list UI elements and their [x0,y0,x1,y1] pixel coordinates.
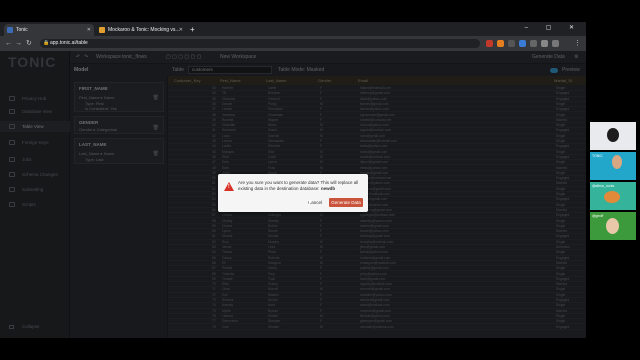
extension-icon[interactable] [486,40,493,47]
tab-tonic[interactable]: Tonic ✕ [4,24,94,36]
extension-icon[interactable] [497,40,504,47]
tab-mockaroo[interactable]: Mockaroo & Tonic: Mocking vs... ✕ [96,24,186,36]
mockaroo-favicon-icon [99,27,105,33]
participant-avatar [607,128,619,142]
screen: Tonic ✕ Mockaroo & Tonic: Mocking vs... … [0,0,640,360]
webcam-tile [590,122,636,150]
webcam-label: @albus_rocks [592,184,615,188]
webcam-column: TONIC @albus_rocks @geoff [586,22,640,338]
close-tab-icon[interactable]: ✕ [87,24,91,36]
warning-icon: ! [224,182,234,191]
forward-arrow-icon[interactable]: → [15,38,22,49]
tab-title: Tonic [16,27,28,33]
mouse-cursor [309,200,312,206]
lock-icon: 🔒 [43,40,50,46]
webcam-tile: TONIC [590,152,636,180]
webcam-label: TONIC [592,154,603,158]
dialog-message: Are you sure you want to generate data? … [238,180,362,192]
tab-strip: Tonic ✕ Mockaroo & Tonic: Mocking vs... … [0,22,586,36]
extension-icon[interactable] [519,40,526,47]
tonic-favicon-icon [7,27,13,33]
participant-avatar [606,218,619,234]
new-tab-button[interactable]: + [190,24,195,36]
profile-avatar-icon[interactable] [552,40,559,47]
kebab-menu-icon[interactable]: ⋮ [574,38,581,49]
generate-data-button[interactable]: Generate Data [329,198,363,207]
participant-avatar [604,191,620,203]
webcam-label: @geoff [592,214,604,218]
url-text: app.tonic.ai/table [50,40,88,46]
tab-title: Mockaroo & Tonic: Mocking vs... [108,27,180,33]
extension-icon[interactable] [530,40,537,47]
puzzle-icon[interactable] [541,40,548,47]
back-arrow-icon[interactable]: ← [5,38,12,49]
dialog-database-name: newdb [320,186,336,191]
reload-icon[interactable]: ↻ [26,38,32,49]
cancel-button[interactable]: Cancel [304,198,326,207]
address-bar[interactable]: 🔒 app.tonic.ai/table [40,39,480,48]
close-tab-icon[interactable]: ✕ [179,24,183,36]
dialog-message-text: Are you sure you want to generate data? … [238,180,359,191]
browser-toolbar: ← → ↻ 🔒 app.tonic.ai/table ⋮ [0,36,586,51]
confirm-dialog: ! Are you sure you want to generate data… [218,174,368,212]
webcam-tile: @albus_rocks [590,182,636,210]
webcam-tile: @geoff [590,212,636,240]
participant-avatar [612,155,622,169]
window-controls[interactable]: – ▢ ✕ [525,24,582,31]
extension-icon[interactable] [508,40,515,47]
